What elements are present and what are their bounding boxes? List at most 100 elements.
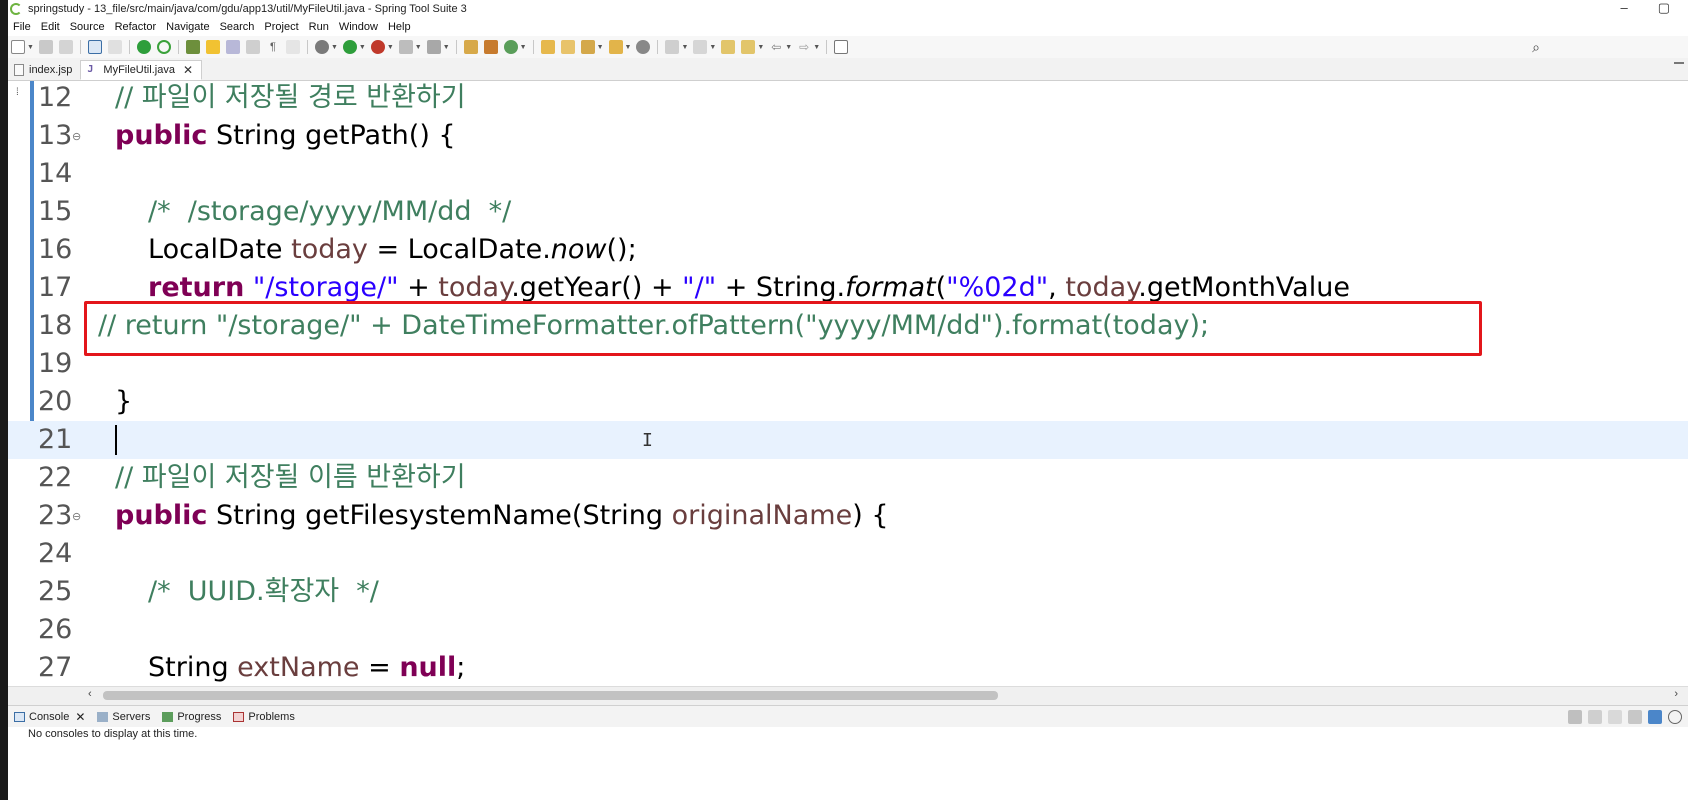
- external-tools-icon[interactable]: [426, 40, 441, 54]
- chevron-down-icon[interactable]: ▼: [681, 44, 688, 51]
- menu-help[interactable]: Help: [383, 21, 416, 33]
- run-server-icon[interactable]: [136, 40, 151, 54]
- back-history-icon[interactable]: [741, 40, 756, 54]
- chevron-down-icon[interactable]: ▼: [757, 44, 764, 51]
- chevron-down-icon[interactable]: ▼: [415, 44, 422, 51]
- restore-button[interactable]: ▢: [1658, 0, 1670, 16]
- tab-myfileutil-java[interactable]: J MyFileUtil.java ✕: [80, 60, 202, 80]
- code-line[interactable]: 13 ⊖ public String getPath() {: [8, 117, 1688, 155]
- gear-icon[interactable]: [1668, 710, 1682, 724]
- menu-run[interactable]: Run: [304, 21, 334, 33]
- search-icon[interactable]: ⌕: [1532, 39, 1540, 56]
- menu-edit[interactable]: Edit: [36, 21, 65, 33]
- run-icon[interactable]: [342, 40, 357, 54]
- open-console-icon[interactable]: [1608, 710, 1622, 724]
- tab-problems[interactable]: Problems: [227, 711, 300, 723]
- pin-editor-icon[interactable]: [834, 40, 849, 54]
- menu-source[interactable]: Source: [65, 21, 110, 33]
- new-package-icon[interactable]: [483, 40, 498, 54]
- code-text: /* /storage/yyyy/MM/dd */: [148, 196, 512, 227]
- globe-icon[interactable]: [636, 40, 651, 54]
- word-wrap-icon[interactable]: [285, 40, 300, 54]
- open-type-icon[interactable]: [540, 40, 555, 54]
- chevron-down-icon[interactable]: ▼: [597, 44, 604, 51]
- terminal-icon[interactable]: [87, 40, 102, 54]
- tab-progress[interactable]: Progress: [156, 711, 227, 723]
- fold-toggle-icon[interactable]: ⊖: [72, 117, 81, 155]
- code-line[interactable]: 15 /* /storage/yyyy/MM/dd */: [8, 193, 1688, 231]
- chevron-down-icon[interactable]: ▼: [785, 44, 792, 51]
- tab-console[interactable]: Console ✕: [8, 710, 91, 724]
- code-line[interactable]: 22 // 파일이 저장될 이름 반환하기: [8, 459, 1688, 497]
- menu-file[interactable]: File: [8, 21, 36, 33]
- previous-annotation-icon[interactable]: [693, 40, 708, 54]
- block-selection-icon[interactable]: [245, 40, 260, 54]
- console-toolbar: [1568, 710, 1682, 724]
- chevron-down-icon[interactable]: ▼: [709, 44, 716, 51]
- menu-refactor[interactable]: Refactor: [110, 21, 162, 33]
- code-line[interactable]: 24: [8, 535, 1688, 573]
- chevron-down-icon[interactable]: ▼: [813, 44, 820, 51]
- code-line[interactable]: 14: [8, 155, 1688, 193]
- new-java-project-icon[interactable]: [463, 40, 478, 54]
- chevron-down-icon[interactable]: ▼: [625, 44, 632, 51]
- next-annotation-icon[interactable]: [665, 40, 680, 54]
- pilcrow-icon[interactable]: ¶: [266, 40, 280, 54]
- close-icon[interactable]: ✕: [183, 63, 193, 77]
- tab-index-jsp[interactable]: index.jsp: [8, 60, 80, 80]
- chevron-down-icon[interactable]: ▼: [387, 44, 394, 51]
- open-task-icon[interactable]: [560, 40, 575, 54]
- chevron-down-icon[interactable]: ▼: [520, 44, 527, 51]
- annotation-icon[interactable]: [608, 40, 623, 54]
- last-edit-location-icon[interactable]: [721, 40, 736, 54]
- code-line[interactable]: 20}: [8, 383, 1688, 421]
- highlight-icon[interactable]: [205, 40, 220, 54]
- tab-servers[interactable]: Servers: [91, 711, 156, 723]
- new-class-icon[interactable]: [503, 40, 518, 54]
- close-icon[interactable]: ✕: [75, 710, 85, 724]
- menu-window[interactable]: Window: [334, 21, 383, 33]
- forward-arrow-icon[interactable]: ⇨: [797, 40, 811, 54]
- minimize-button[interactable]: –: [1620, 0, 1627, 16]
- scroll-left-icon[interactable]: ‹: [88, 688, 92, 700]
- minimize-view-icon[interactable]: [1674, 62, 1684, 64]
- refresh-icon[interactable]: [156, 40, 171, 54]
- search-tool-icon[interactable]: [580, 40, 595, 54]
- coverage-icon[interactable]: [370, 40, 385, 54]
- line-number: 12: [38, 82, 73, 113]
- new-file-icon[interactable]: [11, 40, 25, 54]
- code-line[interactable]: 16 LocalDate today = LocalDate.now();: [8, 231, 1688, 269]
- fold-toggle-icon[interactable]: ⊖: [72, 497, 81, 535]
- word-wrap-console-icon[interactable]: [1648, 710, 1662, 724]
- code-text: LocalDate today = LocalDate.now();: [148, 234, 637, 265]
- scroll-lock-icon[interactable]: [1628, 710, 1642, 724]
- code-line[interactable]: 23 ⊖ public String getFilesystemName(Strin…: [8, 497, 1688, 535]
- code-line[interactable]: 21 I: [8, 421, 1688, 459]
- code-line[interactable]: 27 String extName = null;: [8, 649, 1688, 686]
- menu-search[interactable]: Search: [215, 21, 260, 33]
- chevron-down-icon[interactable]: ▼: [331, 44, 338, 51]
- spring-tool-suite-icon: [10, 3, 22, 15]
- save-icon[interactable]: [38, 40, 53, 54]
- code-line[interactable]: 25 /* UUID.확장자 */: [8, 573, 1688, 611]
- debug-icon[interactable]: [314, 40, 329, 54]
- code-line[interactable]: 12 // 파일이 저장될 경로 반환하기: [8, 81, 1688, 117]
- chevron-down-icon[interactable]: ▼: [359, 44, 366, 51]
- scrollbar-thumb[interactable]: [103, 691, 998, 700]
- code-editor[interactable]: ⁞ 12// 파일이 저장될 경로 반환하기 13 ⊖ public String g…: [8, 81, 1688, 686]
- menu-navigate[interactable]: Navigate: [161, 21, 214, 33]
- save-all-icon[interactable]: [58, 40, 73, 54]
- code-line[interactable]: 26: [8, 611, 1688, 649]
- display-console-icon[interactable]: [1588, 710, 1602, 724]
- back-arrow-icon[interactable]: ⇦: [769, 40, 783, 54]
- pin-console-icon[interactable]: [1568, 710, 1582, 724]
- toggle-mark-icon[interactable]: [225, 40, 240, 54]
- menu-project[interactable]: Project: [259, 21, 303, 33]
- spring-icon[interactable]: [185, 40, 200, 54]
- horizontal-scrollbar[interactable]: ‹ ›: [8, 686, 1688, 705]
- scroll-right-icon[interactable]: ›: [1674, 688, 1678, 700]
- skip-breakpoints-icon[interactable]: [107, 40, 122, 54]
- chevron-down-icon[interactable]: ▼: [27, 44, 34, 51]
- chevron-down-icon[interactable]: ▼: [443, 44, 450, 51]
- stop-icon[interactable]: [398, 40, 413, 54]
